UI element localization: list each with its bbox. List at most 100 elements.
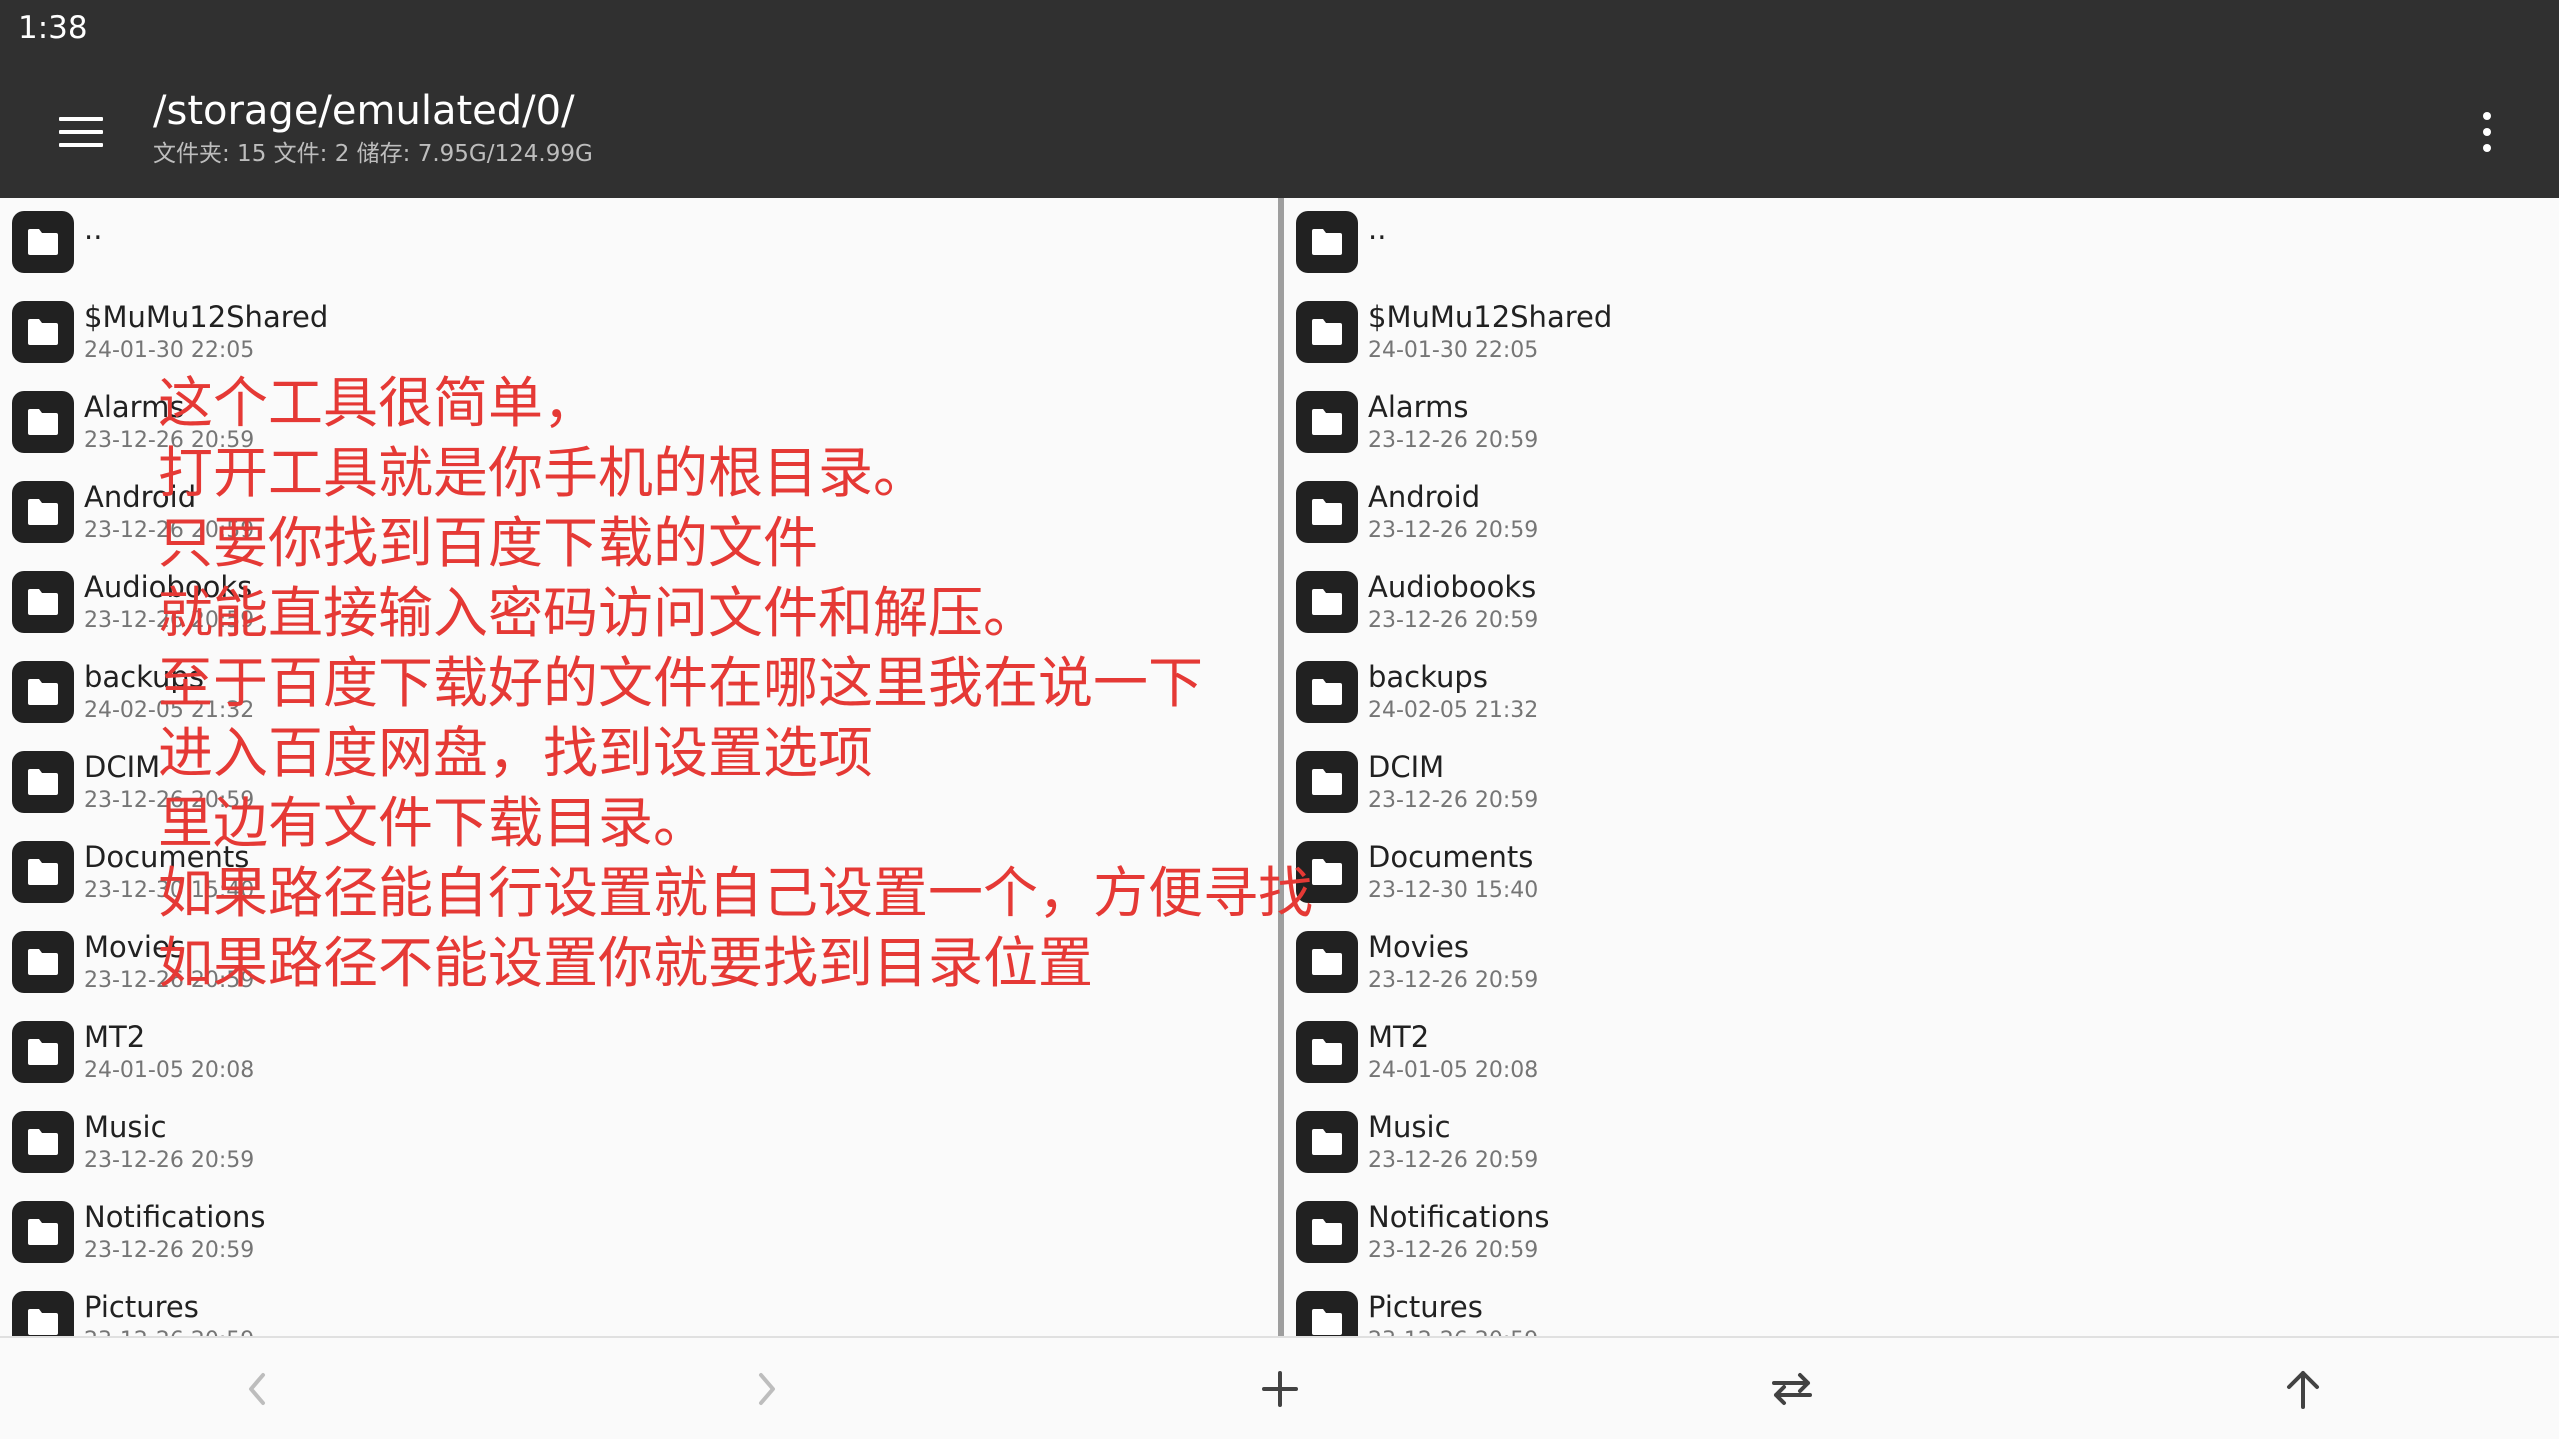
folder-row[interactable]: Pictures 23-12-26 20:59 xyxy=(1284,1278,2559,1336)
folder-date: 23-12-26 20:59 xyxy=(1368,1148,1539,1173)
parent-directory-label: .. xyxy=(84,212,103,246)
right-file-pane: .. $MuMu12Shared 24-01-30 22:05 Alarms 23-1… xyxy=(1284,198,2559,1336)
folder-date: 24-01-30 22:05 xyxy=(1368,338,1539,363)
folder-row[interactable]: backups 24-02-05 21:32 xyxy=(0,648,1278,738)
folder-date: 23-12-26 20:59 xyxy=(1368,968,1539,993)
parent-directory-row[interactable]: .. xyxy=(1284,198,2559,288)
folder-date: 24-02-05 21:32 xyxy=(84,698,255,723)
folder-row[interactable]: MT2 24-01-05 20:08 xyxy=(0,1008,1278,1098)
current-path: /storage/emulated/0/ xyxy=(153,88,575,134)
folder-date: 23-12-26 20:59 xyxy=(1368,1238,1539,1263)
folder-name: Movies xyxy=(1368,930,1469,964)
folder-name: backups xyxy=(1368,660,1488,694)
folder-date: 23-12-26 20:59 xyxy=(1368,788,1539,813)
folder-date: 23-12-30 15:40 xyxy=(1368,878,1539,903)
folder-row[interactable]: Music 23-12-26 20:59 xyxy=(1284,1098,2559,1188)
folder-row[interactable]: Pictures 23-12-26 20:59 xyxy=(0,1278,1278,1336)
folder-row[interactable]: MT2 24-01-05 20:08 xyxy=(1284,1008,2559,1098)
folder-row[interactable]: Alarms 23-12-26 20:59 xyxy=(1284,378,2559,468)
folder-date: 23-12-26 20:59 xyxy=(1368,608,1539,633)
folder-name: Movies xyxy=(84,930,185,964)
folder-icon xyxy=(1296,1021,1358,1083)
folder-name: Alarms xyxy=(1368,390,1469,424)
folder-date: 23-12-26 20:59 xyxy=(1368,518,1539,543)
folder-date: 24-01-05 20:08 xyxy=(84,1058,255,1083)
folder-icon xyxy=(1296,301,1358,363)
folder-row[interactable]: Documents 23-12-30 15:40 xyxy=(0,828,1278,918)
folder-name: MT2 xyxy=(84,1020,146,1054)
status-clock: 1:38 xyxy=(18,10,88,46)
folder-icon xyxy=(1296,571,1358,633)
folder-icon xyxy=(12,1111,74,1173)
folder-icon xyxy=(1296,481,1358,543)
folder-name: Android xyxy=(1368,480,1481,514)
folder-icon xyxy=(1296,841,1358,903)
folder-date: 24-02-05 21:32 xyxy=(1368,698,1539,723)
folder-date: 23-12-26 20:59 xyxy=(84,1326,254,1336)
storage-info: 文件夹: 15 文件: 2 储存: 7.95G/124.99G xyxy=(153,141,593,167)
folder-icon xyxy=(1296,1111,1358,1173)
folder-row[interactable]: Android 23-12-26 20:59 xyxy=(1284,468,2559,558)
folder-icon xyxy=(1296,751,1358,813)
folder-name: DCIM xyxy=(84,750,161,784)
folder-icon xyxy=(1296,661,1358,723)
folder-icon xyxy=(12,211,74,273)
folder-row[interactable]: Android 23-12-26 20:59 xyxy=(0,468,1278,558)
parent-directory-label: .. xyxy=(1368,212,1387,246)
folder-row[interactable]: Movies 23-12-26 20:59 xyxy=(0,918,1278,1008)
folder-name: Documents xyxy=(84,840,250,874)
folder-date: 23-12-26 20:59 xyxy=(84,788,255,813)
folder-date: 23-12-26 20:59 xyxy=(1368,428,1539,453)
folder-icon xyxy=(12,571,74,633)
folder-row[interactable]: Music 23-12-26 20:59 xyxy=(0,1098,1278,1188)
folder-name: Documents xyxy=(1368,840,1534,874)
up-arrow-icon[interactable] xyxy=(2268,1356,2338,1422)
more-options-icon[interactable] xyxy=(2462,102,2512,162)
folder-row[interactable]: Movies 23-12-26 20:59 xyxy=(1284,918,2559,1008)
folder-row[interactable]: Audiobooks 23-12-26 20:59 xyxy=(0,558,1278,648)
parent-directory-row[interactable]: .. xyxy=(0,198,1278,288)
folder-icon xyxy=(12,931,74,993)
folder-row[interactable]: backups 24-02-05 21:32 xyxy=(1284,648,2559,738)
folder-name: $MuMu12Shared xyxy=(84,300,329,334)
folder-name: Notifications xyxy=(1368,1200,1550,1234)
folder-icon xyxy=(1296,211,1358,273)
folder-row[interactable]: DCIM 23-12-26 20:59 xyxy=(1284,738,2559,828)
folder-row[interactable]: DCIM 23-12-26 20:59 xyxy=(0,738,1278,828)
folder-name: DCIM xyxy=(1368,750,1445,784)
folder-date: 23-12-26 20:59 xyxy=(84,428,255,453)
folder-date: 23-12-26 20:59 xyxy=(84,1238,255,1263)
folder-row[interactable]: $MuMu12Shared 24-01-30 22:05 xyxy=(0,288,1278,378)
folder-name: Audiobooks xyxy=(84,570,253,604)
folder-date: 23-12-26 20:59 xyxy=(1368,1326,1538,1336)
folder-name: Notifications xyxy=(84,1200,266,1234)
left-file-pane: .. $MuMu12Shared 24-01-30 22:05 Alarms 23-1… xyxy=(0,198,1278,1336)
folder-name: backups xyxy=(84,660,204,694)
status-bar: 1:38 xyxy=(0,0,2559,56)
folder-name: Pictures xyxy=(1368,1290,1483,1324)
folder-icon xyxy=(12,1291,74,1336)
folder-row[interactable]: Notifications 23-12-26 20:59 xyxy=(0,1188,1278,1278)
folder-row[interactable]: Notifications 23-12-26 20:59 xyxy=(1284,1188,2559,1278)
add-icon[interactable] xyxy=(1245,1356,1315,1422)
folder-icon xyxy=(12,1021,74,1083)
folder-row[interactable]: Alarms 23-12-26 20:59 xyxy=(0,378,1278,468)
back-icon[interactable] xyxy=(221,1356,291,1422)
swap-icon[interactable] xyxy=(1757,1356,1827,1422)
folder-icon xyxy=(12,1201,74,1263)
forward-icon[interactable] xyxy=(733,1356,803,1422)
folder-name: $MuMu12Shared xyxy=(1368,300,1613,334)
folder-row[interactable]: Documents 23-12-30 15:40 xyxy=(1284,828,2559,918)
folder-row[interactable]: Audiobooks 23-12-26 20:59 xyxy=(1284,558,2559,648)
folder-icon xyxy=(1296,1201,1358,1263)
hamburger-menu-icon[interactable] xyxy=(48,102,114,162)
folder-name: Music xyxy=(84,1110,167,1144)
folder-icon xyxy=(12,481,74,543)
folder-date: 23-12-26 20:59 xyxy=(84,968,255,993)
folder-icon xyxy=(1296,931,1358,993)
folder-name: Audiobooks xyxy=(1368,570,1537,604)
folder-row[interactable]: $MuMu12Shared 24-01-30 22:05 xyxy=(1284,288,2559,378)
folder-icon xyxy=(12,841,74,903)
folder-icon xyxy=(12,751,74,813)
folder-date: 24-01-30 22:05 xyxy=(84,338,255,363)
